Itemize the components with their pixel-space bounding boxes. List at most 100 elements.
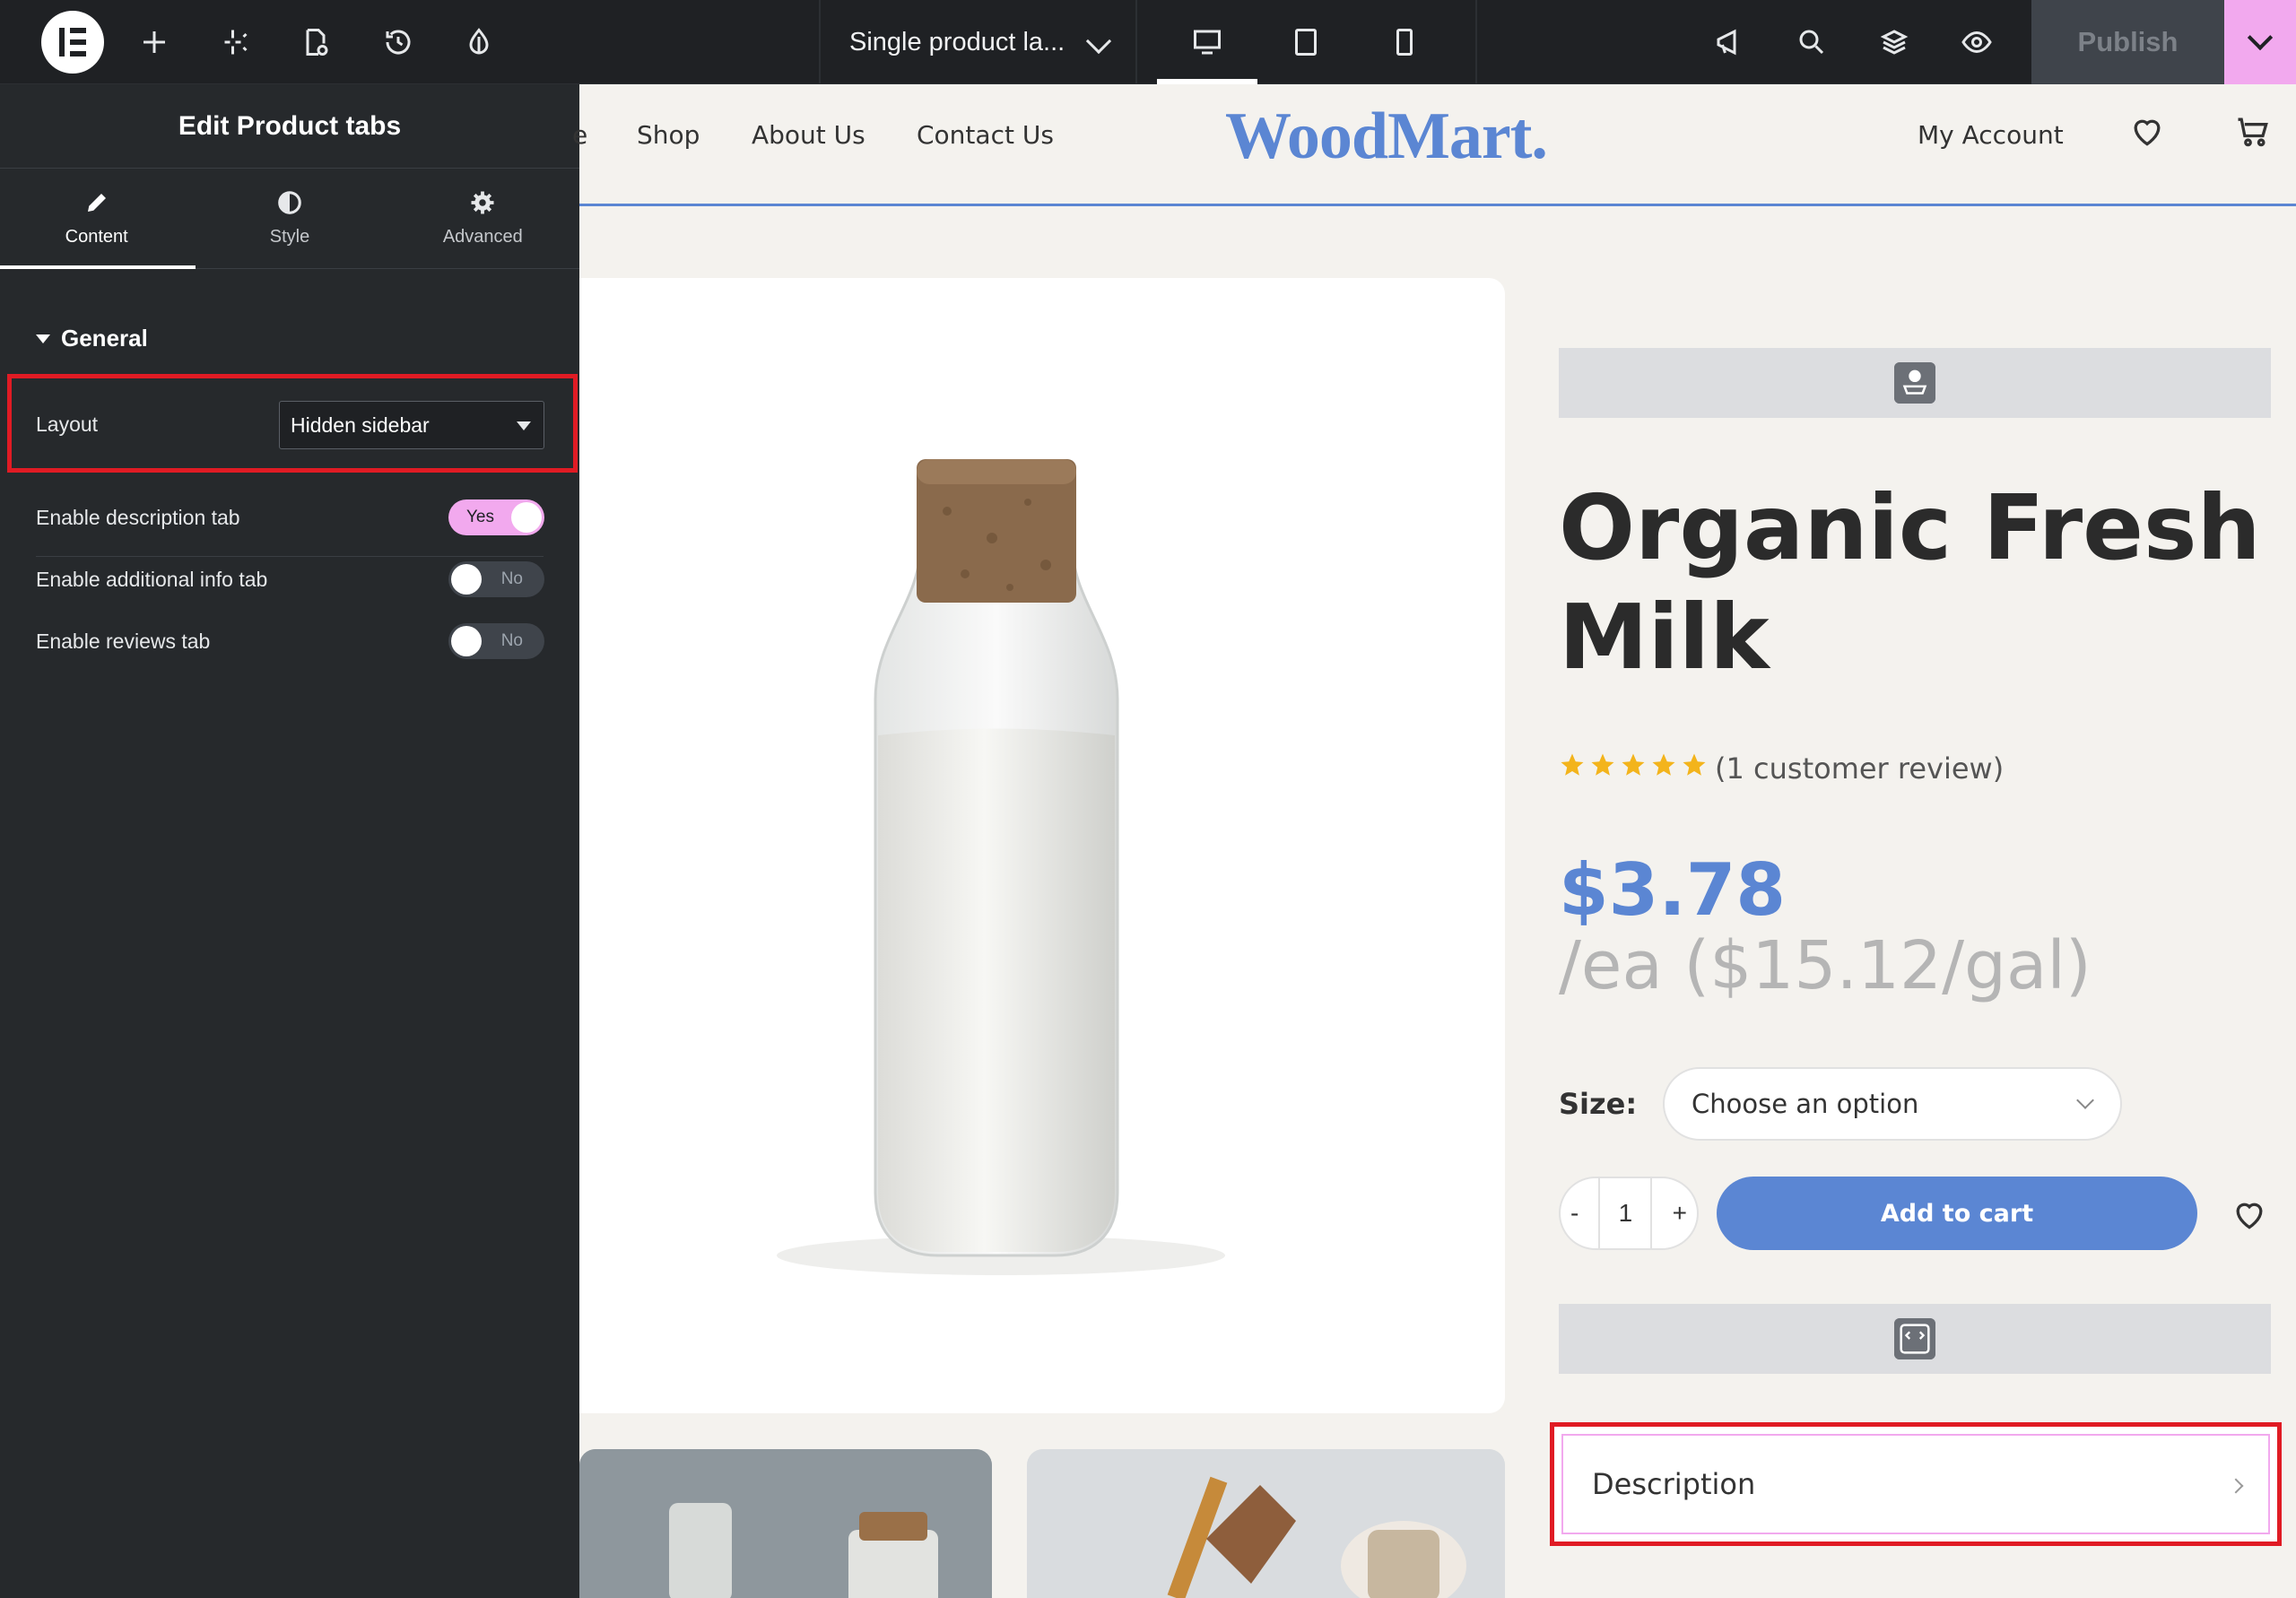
sparkle-icon <box>224 30 248 55</box>
switch-state: Yes <box>466 508 494 526</box>
switch-knob <box>451 626 482 656</box>
description-tab-switch[interactable]: Yes <box>448 499 544 535</box>
my-account-link[interactable]: My Account <box>1918 120 2064 150</box>
quantity-minus-button[interactable]: - <box>1570 1199 1578 1228</box>
description-tab-highlight: Description <box>1550 1422 2282 1546</box>
topbar-divider <box>1475 0 1477 84</box>
nav-item-shop[interactable]: Shop <box>637 120 700 150</box>
switch-knob <box>511 502 542 533</box>
switch-state: No <box>500 569 523 588</box>
caret-down-icon <box>36 334 50 343</box>
history-icon <box>386 30 411 55</box>
plus-icon <box>144 31 165 53</box>
size-label: Size: <box>1559 1087 1638 1121</box>
toggle-label: Enable additional info tab <box>36 568 268 591</box>
star-rating[interactable] <box>1559 751 1708 778</box>
site-settings-button[interactable] <box>443 0 515 84</box>
editor-topbar: Single product la... Publish <box>0 0 2296 84</box>
eye-icon <box>1961 30 1992 54</box>
elementor-logo-button[interactable] <box>41 11 104 74</box>
desktop-icon <box>1194 30 1221 55</box>
device-tablet-button[interactable] <box>1270 0 1342 84</box>
section-title: General <box>61 325 148 352</box>
device-desktop-button[interactable] <box>1171 0 1243 84</box>
review-count-link[interactable]: (1 customer review) <box>1715 751 2004 786</box>
layers-icon <box>1880 30 1909 55</box>
add-element-button[interactable] <box>118 0 190 84</box>
quantity-input[interactable]: 1 <box>1598 1178 1653 1248</box>
tab-label: Content <box>65 227 128 247</box>
gear-icon <box>471 191 494 214</box>
description-tab[interactable]: Description <box>1561 1434 2270 1534</box>
history-button[interactable] <box>362 0 434 84</box>
structure-button[interactable] <box>1858 0 1930 84</box>
publish-options-button[interactable] <box>2224 0 2296 84</box>
cart-icon[interactable] <box>2233 111 2273 151</box>
toggle-label: Enable description tab <box>36 506 240 529</box>
page-settings-button[interactable] <box>280 0 352 84</box>
divider <box>36 556 544 557</box>
chevron-down-icon <box>1085 28 1112 55</box>
search-icon <box>1799 30 1824 55</box>
preview-button[interactable] <box>1941 0 2013 84</box>
widget-placeholder[interactable] <box>1559 348 2271 418</box>
additional-info-tab-switch[interactable]: No <box>448 561 544 597</box>
star-icon <box>1683 753 1706 776</box>
publish-button[interactable]: Publish <box>2031 0 2224 84</box>
switch-knob <box>451 564 482 595</box>
section-general-toggle[interactable]: General <box>36 325 148 352</box>
code-widget-icon <box>1894 1318 1935 1359</box>
half-circle-icon <box>278 191 301 214</box>
nav-item-contact[interactable]: Contact Us <box>917 120 1054 150</box>
star-icon <box>1622 753 1645 776</box>
widget-placeholder[interactable] <box>1559 1304 2271 1374</box>
site-logo[interactable]: WoodMart. <box>1225 99 1548 175</box>
device-mobile-button[interactable] <box>1369 0 1440 84</box>
size-placeholder: Choose an option <box>1692 1089 1919 1119</box>
cart-alert-icon <box>1894 362 1935 404</box>
droplet-icon <box>469 28 489 55</box>
chevron-right-icon <box>2228 1478 2244 1494</box>
milk-bottle-image <box>777 459 1225 1275</box>
star-icon <box>1561 753 1584 776</box>
chevron-down-icon <box>2076 1091 2094 1109</box>
product-main-image[interactable] <box>579 278 1505 1413</box>
tab-advanced[interactable]: Advanced <box>387 169 579 268</box>
tablet-icon <box>1295 29 1317 56</box>
nav-item-about[interactable]: About Us <box>752 120 865 150</box>
pencil-icon <box>87 194 106 212</box>
tab-style[interactable]: Style <box>193 169 386 268</box>
tab-label: Advanced <box>442 227 523 247</box>
search-button[interactable] <box>1776 0 1848 84</box>
ai-button[interactable] <box>201 0 273 84</box>
panel-tabs: Content Style Advanced <box>0 169 579 269</box>
granola-photo <box>1027 1449 1505 1598</box>
quantity-plus-button[interactable]: + <box>1673 1199 1687 1228</box>
mobile-icon <box>1396 29 1413 56</box>
tab-content[interactable]: Content <box>0 169 193 268</box>
chevron-down-icon <box>2247 24 2274 51</box>
product-title: Organic Fresh Milk <box>1559 475 2261 690</box>
megaphone-icon <box>1717 29 1736 56</box>
notes-button[interactable] <box>1693 0 1765 84</box>
gallery-thumbnail[interactable] <box>579 1449 992 1598</box>
panel-title: Edit Product tabs <box>0 84 579 169</box>
template-selector[interactable]: Single product la... <box>821 0 1135 84</box>
highlight-box <box>7 374 578 473</box>
switch-state: No <box>500 631 523 650</box>
size-select[interactable]: Choose an option <box>1663 1067 2122 1141</box>
milk-jars-photo <box>579 1449 992 1598</box>
description-tab-label: Description <box>1592 1467 1756 1501</box>
editor-panel: Edit Product tabs Content Style Advanced… <box>0 84 579 1598</box>
wishlist-icon[interactable] <box>2127 111 2167 151</box>
gallery-thumbnail[interactable] <box>1027 1449 1505 1598</box>
star-icon <box>1652 753 1675 776</box>
reviews-tab-switch[interactable]: No <box>448 623 544 659</box>
add-to-wishlist-icon[interactable] <box>2230 1194 2269 1234</box>
unit-price: /ea ($15.12/gal) <box>1559 927 2092 1004</box>
nav-item-partial[interactable]: e <box>572 120 587 150</box>
template-name: Single product la... <box>849 27 1065 56</box>
add-to-cart-button[interactable]: Add to cart <box>1717 1177 2197 1250</box>
product-price: $3.78 <box>1559 848 1787 932</box>
elementor-logo-icon <box>59 28 86 56</box>
